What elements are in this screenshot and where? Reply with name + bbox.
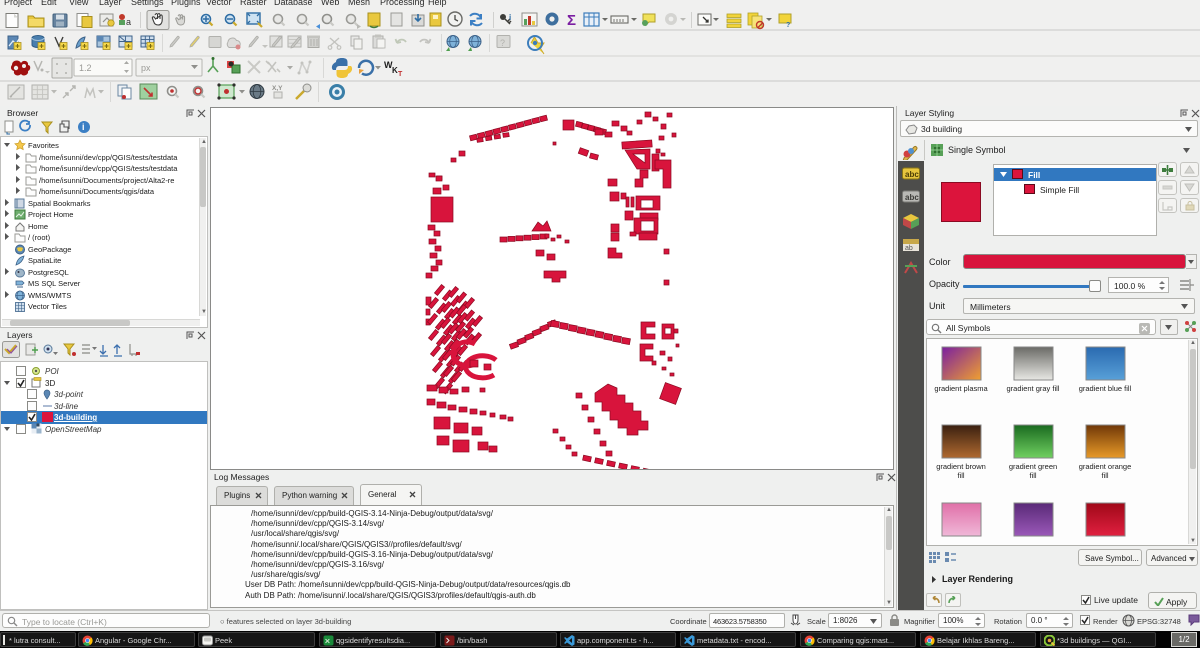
svg-text:a: a xyxy=(126,17,131,27)
svg-text:Σ: Σ xyxy=(567,12,576,29)
svg-text:i: i xyxy=(82,122,85,132)
svg-text:?: ? xyxy=(786,22,790,29)
svg-text:?: ? xyxy=(500,38,505,48)
svg-text:abc: abc xyxy=(905,170,919,179)
svg-text:i: i xyxy=(509,13,511,22)
svg-text:1.2: 1.2 xyxy=(79,63,92,73)
svg-text:X,Y: X,Y xyxy=(272,85,283,92)
svg-text:T: T xyxy=(398,71,403,78)
svg-text:abc: abc xyxy=(905,193,919,202)
svg-text:ab: ab xyxy=(905,245,913,252)
svg-text:px: px xyxy=(141,63,151,73)
svg-text:✕: ✕ xyxy=(325,639,331,646)
